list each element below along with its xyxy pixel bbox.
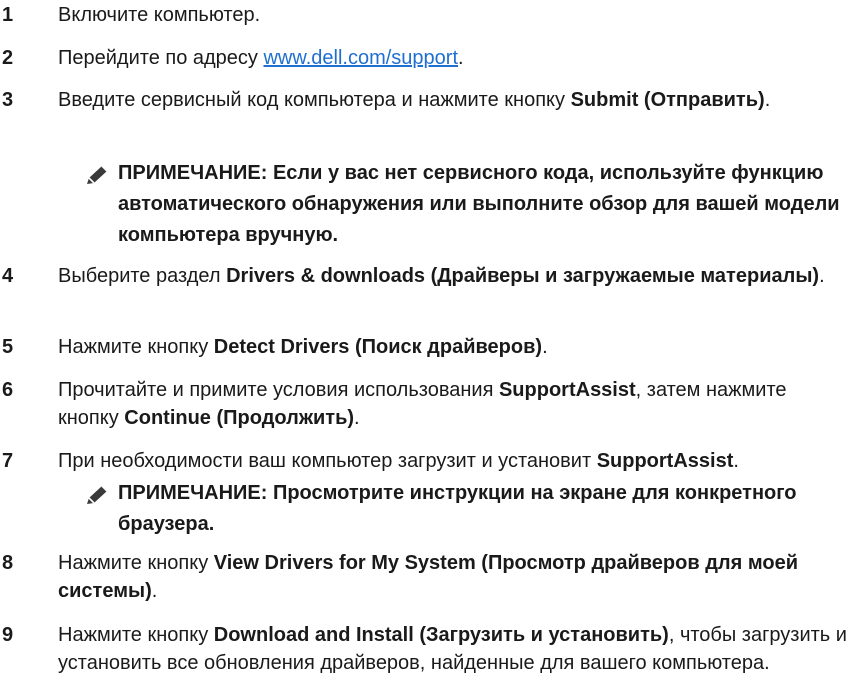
step-7: 7 При необходимости ваш компьютер загруз… <box>0 447 856 475</box>
step-number: 2 <box>2 47 14 69</box>
step-6: 6 Прочитайте и примите условия использов… <box>0 376 856 432</box>
step-2: 2 Перейдите по адресу www.dell.com/suppo… <box>0 44 856 72</box>
instructions-document: 1 Включите компьютер. 2 Перейдите по адр… <box>0 0 856 691</box>
step-text: Прочитайте и примите условия использован… <box>58 376 848 432</box>
ui-term: Continue (Продолжить) <box>124 407 355 429</box>
note-1: ПРИМЕЧАНИЕ: Если у вас нет сервисного ко… <box>85 158 855 251</box>
step-text-part: . <box>542 336 548 358</box>
step-5: 5 Нажмите кнопку Detect Drivers (Поиск д… <box>0 333 856 361</box>
step-text: Нажмите кнопку Download and Install (Заг… <box>58 621 848 677</box>
step-number: 8 <box>2 552 14 574</box>
ui-term: Drivers & downloads (Драйверы и загружае… <box>226 265 820 287</box>
step-text-part: Нажмите кнопку <box>58 336 214 358</box>
step-text: Нажмите кнопку Detect Drivers (Поиск дра… <box>58 333 848 361</box>
step-number: 4 <box>2 265 14 287</box>
step-text-part: . <box>458 47 464 69</box>
step-text-part: Выберите раздел <box>58 265 227 287</box>
ui-term: Download and Install (Загрузить и устано… <box>213 624 669 646</box>
step-1: 1 Включите компьютер. <box>0 1 856 29</box>
step-text-part: Нажмите кнопку <box>58 624 214 646</box>
step-text-part: Нажмите кнопку <box>58 552 214 574</box>
step-text-part: Перейдите по адресу <box>58 47 264 69</box>
ui-term: Submit (Отправить) <box>570 89 765 111</box>
step-text: Перейдите по адресу www.dell.com/support… <box>58 44 848 72</box>
step-3: 3 Введите сервисный код компьютера и наж… <box>0 86 856 114</box>
step-text-part: При необходимости ваш компьютер загрузит… <box>58 450 597 472</box>
support-link[interactable]: www.dell.com/support <box>263 47 458 69</box>
ui-term: SupportAssist <box>498 379 636 401</box>
step-number: 1 <box>2 4 14 26</box>
note-text: ПРИМЕЧАНИЕ: Если у вас нет сервисного ко… <box>118 162 840 246</box>
step-text-part: . <box>733 450 739 472</box>
step-9: 9 Нажмите кнопку Download and Install (З… <box>0 621 856 677</box>
step-text-part: . <box>819 265 825 287</box>
note-text: ПРИМЕЧАНИЕ: Просмотрите инструкции на эк… <box>118 482 797 535</box>
step-text: При необходимости ваш компьютер загрузит… <box>58 447 848 475</box>
step-8: 8 Нажмите кнопку View Drivers for My Sys… <box>0 549 856 605</box>
pencil-icon <box>85 478 118 514</box>
step-text-part: . <box>764 89 771 111</box>
ui-term: Detect Drivers (Поиск драйверов) <box>213 336 543 358</box>
note-2: ПРИМЕЧАНИЕ: Просмотрите инструкции на эк… <box>85 478 855 540</box>
step-text-part: Введите сервисный код компьютера и нажми… <box>58 89 571 111</box>
step-text-part: . <box>354 407 360 429</box>
step-text: Включите компьютер. <box>58 1 848 29</box>
step-text-part: Прочитайте и примите условия использован… <box>58 379 499 401</box>
step-text: Нажмите кнопку View Drivers for My Syste… <box>58 549 848 605</box>
ui-term: SupportAssist <box>596 450 734 472</box>
step-text-part: . <box>151 580 158 602</box>
step-number: 5 <box>2 336 14 358</box>
step-text-part: Включите компьютер. <box>58 4 261 26</box>
step-text: Выберите раздел Drivers & downloads (Дра… <box>58 262 848 290</box>
pencil-icon <box>85 158 118 194</box>
step-number: 6 <box>2 379 14 401</box>
step-4: 4 Выберите раздел Drivers & downloads (Д… <box>0 262 856 290</box>
step-number: 9 <box>2 624 14 646</box>
step-text: Введите сервисный код компьютера и нажми… <box>58 86 848 114</box>
step-number: 7 <box>2 450 14 472</box>
step-number: 3 <box>2 89 14 111</box>
